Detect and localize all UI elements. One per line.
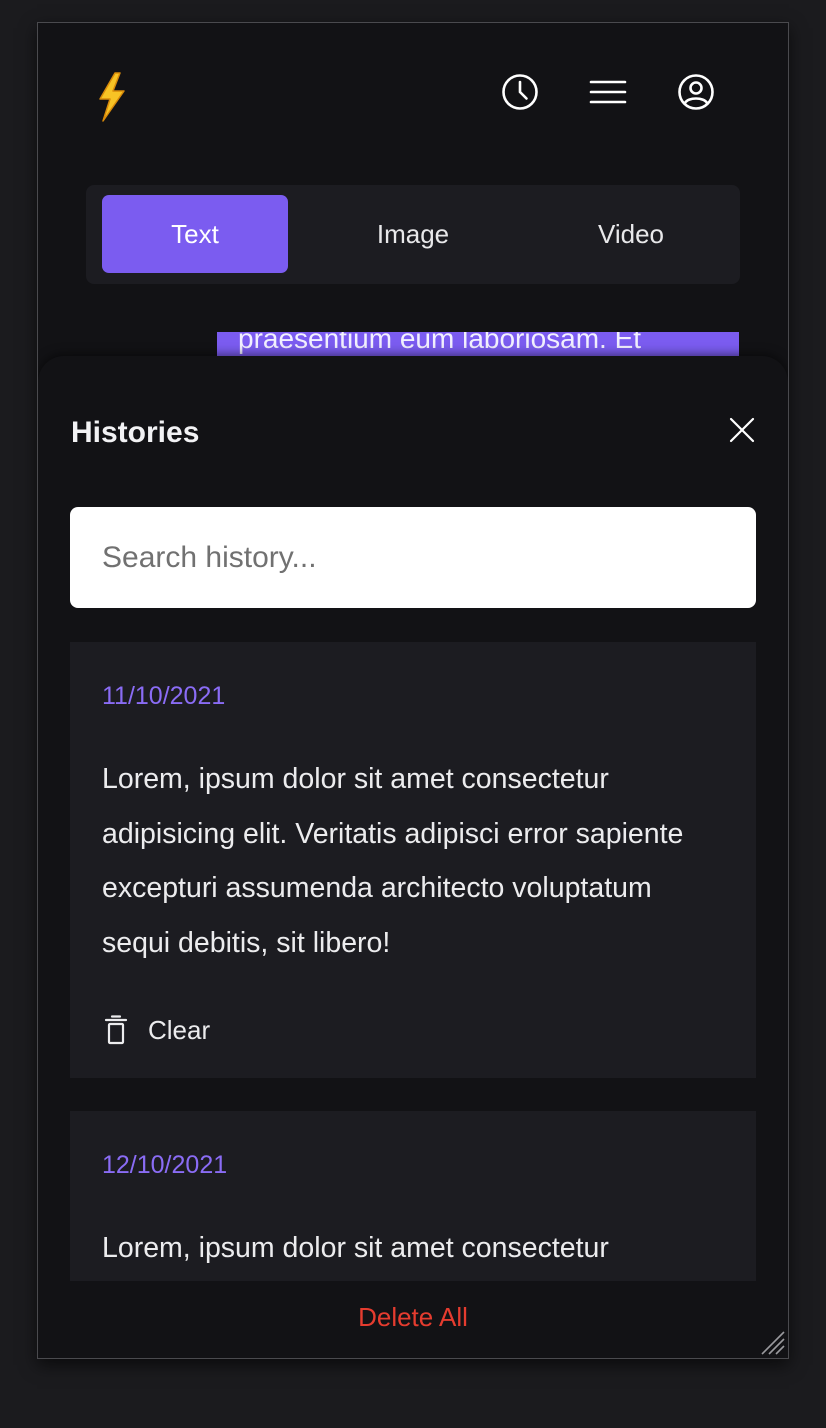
history-text: Lorem, ipsum dolor sit amet consectetur [102, 1232, 609, 1264]
clear-button[interactable]: Clear [102, 1010, 210, 1050]
clear-label: Clear [148, 1014, 211, 1045]
app-window: Text Image Video praesentium eum laborio… [37, 22, 789, 1359]
tab-text[interactable]: Text [102, 195, 288, 273]
resize-grip-icon[interactable] [758, 1328, 786, 1356]
history-text: Lorem, ipsum dolor sit amet consectetur … [102, 763, 684, 959]
tab-image[interactable]: Image [320, 195, 506, 273]
history-card: 11/10/2021 Lorem, ipsum dolor sit amet c… [70, 642, 756, 1078]
tab-video[interactable]: Video [538, 195, 724, 273]
lightning-bolt-icon[interactable] [94, 71, 130, 123]
user-circle-icon[interactable] [677, 73, 715, 111]
mode-tabs: Text Image Video [86, 185, 740, 284]
panel-title: Histories [71, 416, 200, 449]
close-icon[interactable] [726, 414, 758, 446]
panel-footer: Delete All [38, 1281, 788, 1358]
histories-panel: Histories 11/10/2021 Lorem, ipsum dolor … [38, 356, 788, 1358]
background-message-text: praesentium eum laboriosam. Et [238, 332, 642, 354]
history-date: 11/10/2021 [102, 682, 226, 710]
trash-icon [104, 1015, 128, 1045]
hamburger-menu-icon[interactable] [589, 73, 627, 111]
delete-all-button[interactable]: Delete All [38, 1302, 788, 1333]
clock-icon[interactable] [501, 73, 539, 111]
history-date: 12/10/2021 [102, 1151, 228, 1179]
search-input[interactable] [70, 507, 756, 608]
